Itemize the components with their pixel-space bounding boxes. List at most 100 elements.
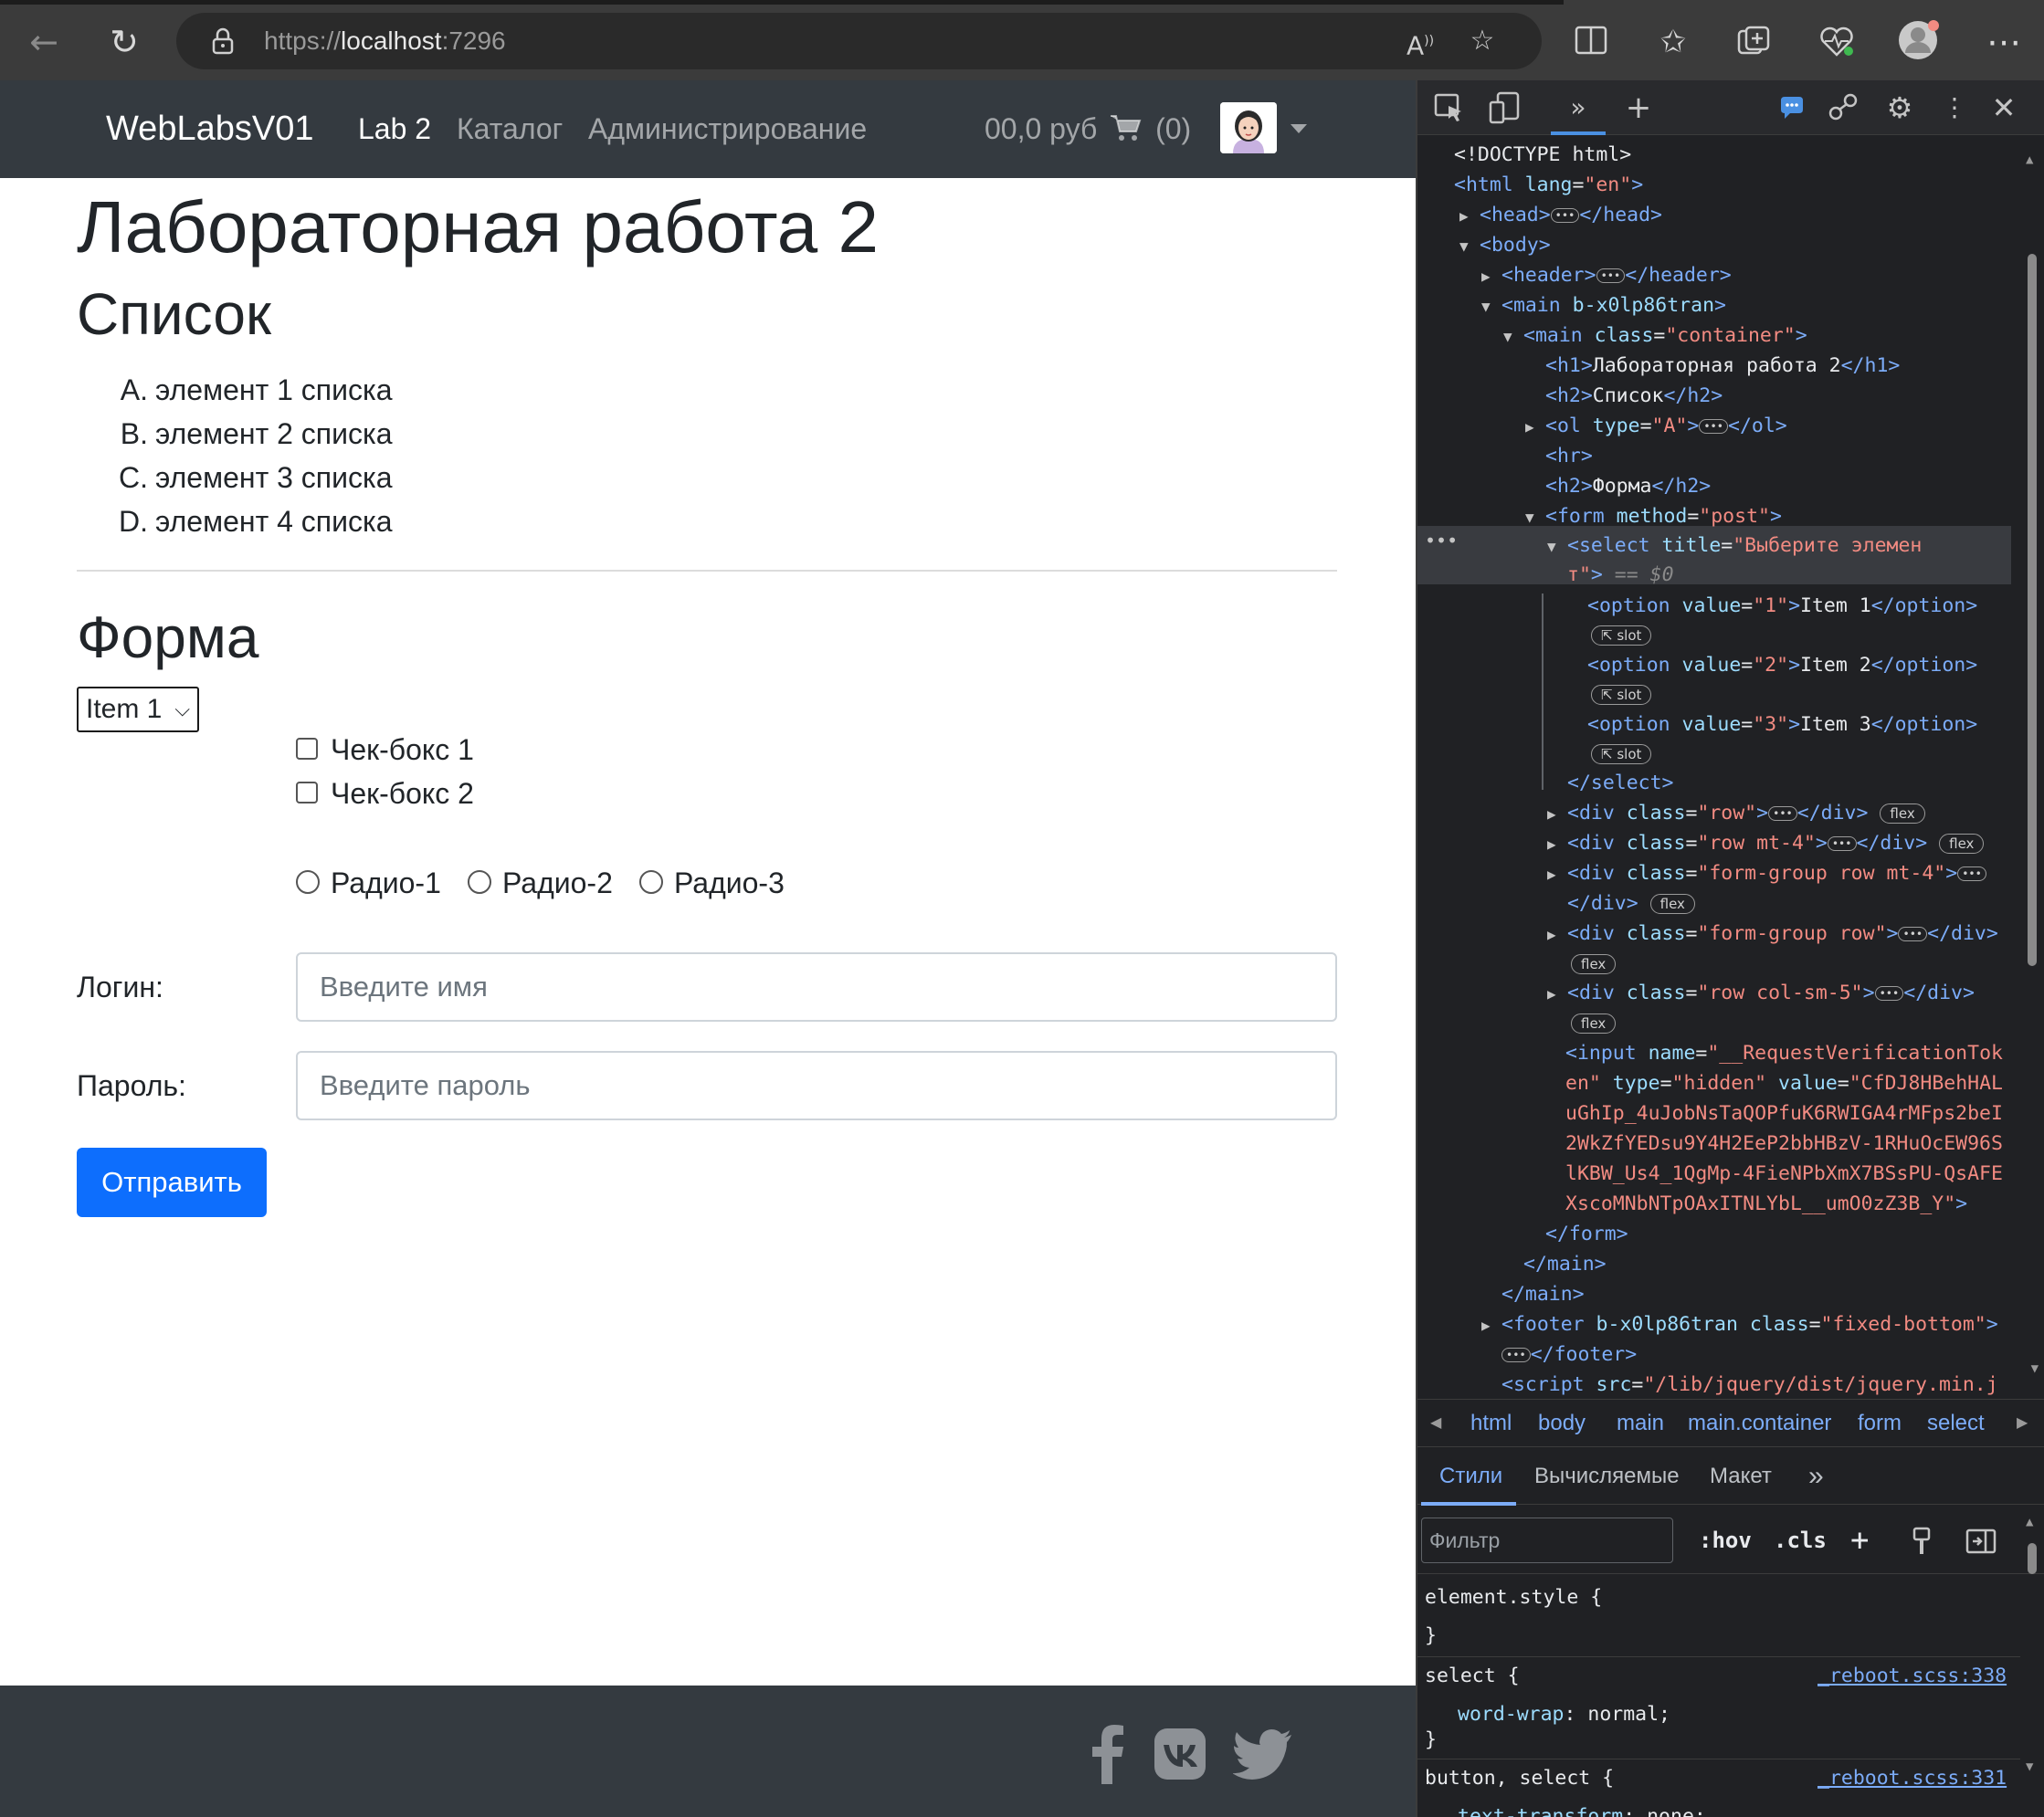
dom-node[interactable]: <h1>Лабораторная работа 2</h1> <box>1545 352 1900 381</box>
nav-link-catalog[interactable]: Каталог <box>457 80 563 178</box>
dom-node[interactable]: ▶ <div class="form-group row mt-4"> ••• <box>1547 859 1986 888</box>
dom-node[interactable]: </form> <box>1545 1220 1628 1249</box>
scrollbar-thumb[interactable] <box>2028 1543 2037 1574</box>
dom-node[interactable]: ▼ <main b-x0lp86tran> <box>1481 291 1726 320</box>
dom-node[interactable]: <!DOCTYPE html> <box>1454 141 1631 170</box>
cls-button[interactable]: .cls <box>1774 1518 1827 1563</box>
sidebar-toggle-icon[interactable] <box>1965 1527 1997 1556</box>
dom-node[interactable]: <script src="/lib/jquery/dist/jquery.min… <box>1501 1371 1998 1400</box>
hov-button[interactable]: :hov <box>1699 1518 1752 1563</box>
dom-node[interactable]: ▶ <div class="row col-sm-5"> ••• </div> <box>1547 979 1975 1008</box>
breadcrumb-item[interactable]: main.container <box>1688 1400 1831 1447</box>
dom-scrollbar[interactable]: ▲ <box>2026 153 2039 993</box>
inspect-element-icon[interactable] <box>1430 89 1467 126</box>
dom-node[interactable]: ▶ <div class="row mt-4"> ••• </div> flex <box>1547 829 1985 858</box>
more-tabs-icon[interactable]: » <box>1808 1447 1824 1506</box>
breadcrumb-item[interactable]: body <box>1538 1400 1586 1447</box>
dom-node[interactable]: <input name="__RequestVerificationTok <box>1565 1039 2003 1068</box>
dom-node[interactable]: </div> flex <box>1567 889 1695 919</box>
dom-node[interactable]: <option value="1">Item 1</option> <box>1587 592 1977 621</box>
profile-icon[interactable] <box>1898 18 1942 62</box>
slot-badge[interactable]: ⇱ slot <box>1591 740 1652 769</box>
style-rule-selector[interactable]: element.style { <box>1425 1583 1602 1612</box>
device-toolbar-icon[interactable] <box>1487 89 1523 126</box>
checkbox-2[interactable]: Чек-бокс 2 <box>296 773 474 814</box>
vk-icon[interactable] <box>1153 1724 1207 1784</box>
radio-circle[interactable] <box>468 869 491 894</box>
radio-1[interactable]: Радио-1 <box>296 863 441 903</box>
style-rule-selector[interactable]: button, select { <box>1425 1764 1614 1793</box>
add-rule-icon[interactable]: + <box>1850 1518 1869 1563</box>
dom-node[interactable]: ▶ <div class="row"> ••• </div> flex <box>1547 799 1925 828</box>
nav-link-lab2[interactable]: Lab 2 <box>358 80 431 178</box>
split-screen-icon[interactable] <box>1573 24 1609 57</box>
lock-icon[interactable] <box>207 26 238 57</box>
checkbox-box[interactable] <box>296 737 318 760</box>
scroll-up-icon[interactable]: ▲ <box>2026 1516 2033 1528</box>
slot-badge[interactable]: ⇱ slot <box>1591 621 1652 650</box>
dom-node[interactable]: <option value="3">Item 3</option> <box>1587 710 1977 740</box>
breadcrumb-item[interactable]: select <box>1927 1400 1985 1447</box>
dom-node[interactable]: ▶ <head> ••• </head> <box>1459 201 1662 230</box>
chevron-down-icon[interactable] <box>1291 124 1307 133</box>
tab-layout[interactable]: Макет <box>1710 1447 1772 1506</box>
filter-input[interactable]: Фильтр <box>1421 1518 1673 1563</box>
style-source-link[interactable]: _reboot.scss:338 <box>1817 1662 2007 1691</box>
dom-node[interactable]: ▼ <body> <box>1459 231 1551 260</box>
address-bar[interactable]: https://localhost:7296 A)) ☆ <box>176 13 1542 69</box>
dom-node[interactable]: ▶ <div class="form-group row"> ••• </div> <box>1547 919 1998 949</box>
radio-circle[interactable] <box>296 869 320 894</box>
breadcrumb-item[interactable]: form <box>1858 1400 1902 1447</box>
read-aloud-icon[interactable]: A)) <box>1402 24 1438 60</box>
avatar[interactable] <box>1220 102 1277 153</box>
style-rule-selector[interactable]: select { <box>1425 1662 1520 1691</box>
breadcrumb-item[interactable]: html <box>1470 1400 1512 1447</box>
facebook-icon[interactable] <box>1089 1724 1125 1784</box>
style-source-link[interactable]: _reboot.scss:331 <box>1817 1764 2007 1793</box>
cart-link[interactable]: 00,0 руб (0) <box>985 80 1191 178</box>
style-declaration[interactable]: text-transform: none; <box>1458 1802 1706 1817</box>
tab-computed[interactable]: Вычисляемые <box>1534 1447 1680 1506</box>
dom-node[interactable]: </main> <box>1523 1250 1607 1279</box>
dom-node[interactable]: <h2>Список</h2> <box>1545 382 1723 411</box>
slot-badge[interactable]: ⇱ slot <box>1591 680 1652 709</box>
elements-tab-icon[interactable]: » <box>1560 89 1596 126</box>
dom-node-selected-cont[interactable]: т"> == $0 <box>1567 561 1674 590</box>
styles-scrollbar[interactable]: ▲ ▼ <box>2026 1516 2039 1780</box>
breadcrumb-item[interactable]: main <box>1617 1400 1664 1447</box>
dom-node[interactable]: <h2>Форма</h2> <box>1545 472 1711 501</box>
radio-3[interactable]: Радио-3 <box>639 863 785 903</box>
radio-2[interactable]: Радио-2 <box>468 863 613 903</box>
checkbox-box[interactable] <box>296 781 318 803</box>
dom-node[interactable]: ▼ <main class="container"> <box>1503 321 1807 351</box>
back-arrow-icon[interactable]: ← <box>18 16 69 68</box>
tab-styles[interactable]: Стили <box>1439 1447 1502 1506</box>
scroll-left-icon[interactable]: ◀ <box>1430 1400 1441 1447</box>
dom-node[interactable]: <html lang="en"> <box>1454 171 1643 200</box>
dom-node[interactable]: </main> <box>1501 1280 1585 1309</box>
gear-icon[interactable]: ⚙ <box>1881 89 1918 126</box>
favorites-icon[interactable]: ✩ <box>1648 16 1699 68</box>
nav-link-admin[interactable]: Администрирование <box>588 80 867 178</box>
radio-circle[interactable] <box>639 869 663 894</box>
refresh-icon[interactable]: ↻ <box>99 16 150 68</box>
submit-button[interactable]: Отправить <box>77 1148 267 1217</box>
dom-node[interactable]: </select> <box>1567 769 1674 798</box>
close-icon[interactable]: ✕ <box>1986 89 2022 126</box>
collections-icon[interactable] <box>1735 24 1772 58</box>
twitter-icon[interactable] <box>1233 1724 1293 1784</box>
add-tab-icon[interactable]: + <box>1620 89 1657 126</box>
url-text[interactable]: https://localhost:7296 <box>264 13 506 69</box>
scrollbar-thumb[interactable] <box>2028 254 2037 966</box>
dom-node[interactable]: ▼ <form method="post"> <box>1525 502 1782 531</box>
dom-node[interactable]: ▶ <footer b-x0lp86tran class="fixed-botto… <box>1481 1310 1998 1339</box>
flex-badge[interactable]: flex <box>1571 950 1617 979</box>
dom-node[interactable]: <hr> <box>1545 442 1593 471</box>
issues-icon[interactable] <box>1774 89 1810 126</box>
scroll-down-icon[interactable]: ▼ <box>2031 1362 2039 1375</box>
flex-badge[interactable]: flex <box>1571 1009 1617 1038</box>
style-declaration[interactable]: word-wrap: normal; <box>1458 1700 1670 1729</box>
password-input[interactable]: Введите пароль <box>296 1051 1337 1120</box>
favorite-star-icon[interactable]: ☆ <box>1464 24 1501 58</box>
item-select[interactable]: Item 1 ⌵ <box>77 687 199 732</box>
